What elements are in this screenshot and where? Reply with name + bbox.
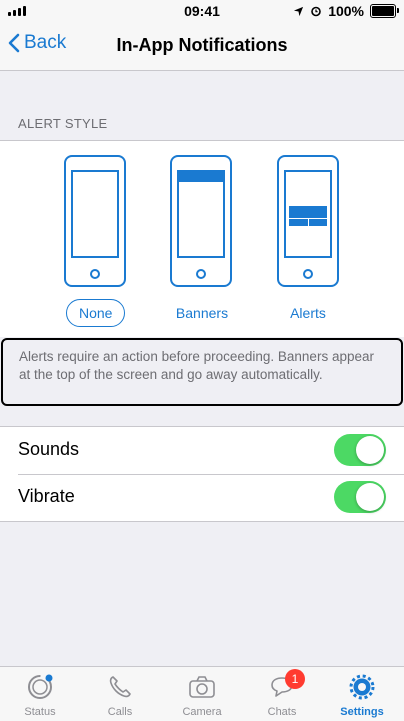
tab-bar: Status Calls Camera 1 Chats Settings bbox=[0, 666, 404, 721]
alert-style-note: Alerts require an action before proceedi… bbox=[1, 338, 403, 406]
battery-icon bbox=[370, 4, 399, 18]
alert-option-alerts[interactable] bbox=[277, 155, 339, 287]
nav-bar: Back In-App Notifications bbox=[0, 22, 404, 71]
tab-settings[interactable]: Settings bbox=[322, 667, 402, 721]
camera-icon bbox=[189, 676, 215, 698]
tab-label-calls: Calls bbox=[107, 706, 133, 718]
page-title: In-App Notifications bbox=[116, 35, 288, 55]
alert-style-panel: None Banners Alerts bbox=[0, 140, 404, 337]
status-bar: 09:41 100% bbox=[0, 0, 404, 22]
tab-chats[interactable]: 1 Chats bbox=[242, 667, 322, 721]
option-label-none[interactable]: None bbox=[66, 299, 126, 327]
setting-row-sounds: Sounds bbox=[0, 427, 404, 474]
status-icon bbox=[28, 674, 53, 699]
tab-label-status: Status bbox=[24, 706, 56, 718]
sounds-toggle[interactable] bbox=[334, 434, 386, 466]
tab-camera[interactable]: Camera bbox=[162, 667, 242, 721]
option-label-alerts[interactable]: Alerts bbox=[277, 305, 339, 321]
tab-status[interactable]: Status bbox=[0, 667, 80, 721]
alarm-icon bbox=[311, 6, 321, 17]
tab-label-camera: Camera bbox=[182, 706, 222, 718]
alert-option-banners[interactable] bbox=[170, 155, 232, 287]
section-header-alert-style: ALERT STYLE bbox=[18, 116, 108, 131]
tab-label-chats: Chats bbox=[267, 706, 297, 718]
location-icon bbox=[294, 6, 304, 16]
tab-calls[interactable]: Calls bbox=[80, 667, 160, 721]
alert-preview bbox=[289, 206, 327, 226]
setting-label-sounds: Sounds bbox=[18, 439, 80, 459]
phone-icon bbox=[109, 676, 131, 698]
chats-badge: 1 bbox=[285, 669, 305, 689]
option-label-banners[interactable]: Banners bbox=[170, 305, 234, 321]
setting-label-vibrate: Vibrate bbox=[18, 486, 75, 506]
vibrate-toggle[interactable] bbox=[334, 481, 386, 513]
tab-label-settings: Settings bbox=[340, 706, 384, 718]
alert-option-none[interactable] bbox=[64, 155, 126, 287]
setting-row-vibrate: Vibrate bbox=[0, 474, 404, 521]
banner-preview bbox=[179, 172, 223, 182]
gear-icon bbox=[349, 674, 375, 700]
battery-percent: 100% bbox=[328, 3, 364, 19]
settings-group: Sounds Vibrate bbox=[0, 426, 404, 522]
